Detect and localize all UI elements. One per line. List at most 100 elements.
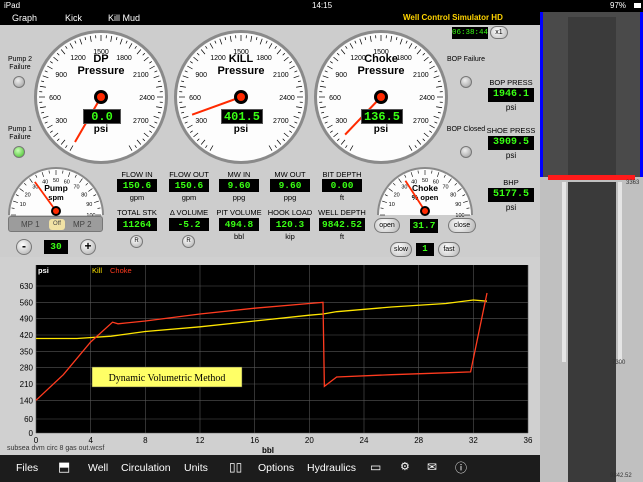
spm-minus-button[interactable]: - (16, 239, 32, 255)
mail-icon[interactable]: ✉ (427, 460, 437, 474)
delta-volume-label: Δ VOLUME (169, 208, 209, 217)
options-button[interactable]: Options (258, 462, 294, 474)
bit-depth-label: BIT DEPTH (322, 170, 362, 179)
sim-clock: 06:38:44 (452, 27, 489, 39)
app-root: { "status": { "carrier": "iPad", "time":… (0, 0, 643, 482)
gauge-tick-label: 600 (189, 95, 201, 102)
units-button[interactable]: Units (184, 462, 208, 474)
gauge-tick-label: 2400 (139, 95, 155, 102)
bit-depth-display: 0.00 (322, 179, 362, 192)
gauge-tick-label: 70 (74, 185, 80, 191)
y-tick-label: 60 (24, 415, 33, 424)
choke-close-button[interactable]: close (448, 218, 476, 233)
speed-button[interactable]: x1 (490, 26, 508, 39)
choke-open-display: 31.7 (410, 219, 438, 233)
mp1-option[interactable]: MP 1 (21, 220, 40, 229)
settings-icon[interactable]: ⚙ (400, 460, 410, 473)
gauge-tick-label: 300 (195, 118, 207, 125)
bop-closed-lamp (460, 146, 472, 158)
chart-canvas: 0 4 8 12 16 20 24 28 32 36 0 60 140 210 280 350 420 490 56… (20, 265, 533, 455)
well-depth-label: WELL DEPTH (318, 208, 366, 217)
gauge-tick-label: 80 (450, 192, 456, 198)
mw-in-display: 9.60 (219, 179, 259, 192)
legend-choke: Choke (110, 266, 132, 275)
files-button[interactable]: Files (16, 462, 38, 474)
instrument-panel: 06:38:44 x1 Pump 2 Failure Pump 1 Failur… (0, 25, 540, 257)
mp2-option[interactable]: MP 2 (73, 220, 92, 229)
plot-area (36, 265, 528, 433)
wellbore-view: 3363 7300 9842.52 (540, 12, 643, 482)
hydraulics-button[interactable]: Hydraulics (307, 462, 356, 474)
x-tick-label: 0 (34, 436, 39, 445)
bop-press-unit: psi (505, 103, 517, 112)
gauge-tick-label: 2400 (279, 95, 295, 102)
bhp-label: BHP (503, 178, 519, 187)
delta-volume-display: -5.2 (169, 218, 209, 231)
info-icon[interactable]: ⓘ (455, 459, 467, 476)
mw-out-unit: ppg (283, 193, 297, 202)
circulation-button[interactable]: Circulation (121, 462, 171, 474)
shoe-press-unit: psi (505, 151, 517, 160)
pump-off-option[interactable]: Off (49, 219, 65, 230)
flow-in-unit: gpm (129, 193, 145, 202)
gauge-title: DP (93, 53, 108, 65)
gauge-tick-label: 1200 (210, 55, 226, 62)
gauge-tick-label: 10 (20, 202, 26, 208)
y-tick-label: 350 (20, 347, 34, 356)
x-tick-label: 28 (414, 436, 423, 445)
x-tick-label: 4 (88, 436, 93, 445)
annotation-text: Dynamic Volumetric Method (109, 373, 226, 384)
bop-failure-label: BOP Failure (447, 56, 485, 63)
gauge-title: Pump (44, 183, 68, 193)
choke-fast-button[interactable]: fast (438, 242, 460, 257)
gauge-unit: psi (234, 124, 249, 135)
well-button[interactable]: Well (88, 462, 108, 474)
well-depth-display: 9842.52 (319, 218, 365, 231)
x-tick-label: 8 (143, 436, 148, 445)
total-stk-reset-button[interactable]: R (130, 235, 143, 248)
mud-pump-selector[interactable]: MP 1 Off MP 2 (8, 216, 103, 232)
message-icon[interactable]: ▭ (370, 460, 381, 474)
delta-volume-reset-button[interactable]: R (182, 235, 195, 248)
gauge-tick-label: 1200 (70, 55, 86, 62)
inbox-icon[interactable]: ⬒ (58, 459, 70, 475)
kick-button[interactable]: Kick (65, 13, 82, 23)
y-tick-label: 140 (20, 396, 34, 405)
spm-plus-button[interactable]: + (80, 239, 96, 255)
legend-kill: Kill (92, 266, 102, 275)
gauge-tick-label: 300 (55, 118, 67, 125)
carrier-label: iPad (4, 1, 21, 10)
gauge-unit: psi (374, 124, 389, 135)
gauge-subtitle: spm (48, 193, 64, 202)
gauge-tick-label: 10 (389, 202, 395, 208)
dp-pressure-display: 0.0 (83, 109, 121, 124)
x-tick-label: 32 (469, 436, 478, 445)
bhp-display: 5177.5 (488, 188, 534, 202)
graph-button[interactable]: Graph (12, 13, 37, 23)
status-time: 14:15 (312, 1, 333, 10)
well-depth-top-label: 3363 (626, 180, 640, 186)
y-tick-label: 560 (20, 298, 34, 307)
shoe-press-display: 3909.5 (488, 136, 534, 150)
gauge-tick-label: 1800 (256, 55, 272, 62)
choke-slow-button[interactable]: slow (390, 242, 412, 257)
dp-pressure-gauge: 300600900120015001800210024002700DPPress… (34, 30, 168, 164)
flow-out-display: 150.6 (169, 179, 209, 192)
gauge-tick-label: 2400 (419, 95, 435, 102)
gauge-tick-label: 30 (401, 185, 407, 191)
choke-open-gauge: 10203040 50 60708090100Choke% open (377, 167, 473, 219)
columns-icon[interactable]: ▯▯ (229, 460, 242, 474)
well-depth-mid-label: 7300 (612, 360, 626, 366)
kill-pressure-display: 401.5 (221, 109, 263, 124)
hook-load-label: HOOK LOAD (267, 208, 313, 217)
gauge-tick-label: 20 (25, 192, 31, 198)
kill-pressure-gauge: 300600900120015001800210024002700KILLPre… (174, 30, 308, 164)
gauge-tick-label: 20 (394, 192, 400, 198)
mw-out-label: MW OUT (274, 170, 306, 179)
bop-press-display: 1946.1 (488, 88, 534, 102)
kill-mud-button[interactable]: Kill Mud (108, 13, 140, 23)
x-tick-label: 36 (524, 436, 533, 445)
choke-open-button[interactable]: open (374, 218, 400, 233)
y-axis-label: psi (38, 266, 49, 275)
x-tick-label: 16 (250, 436, 259, 445)
